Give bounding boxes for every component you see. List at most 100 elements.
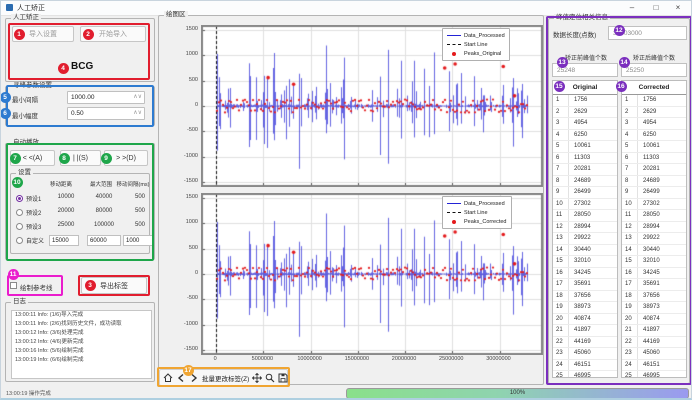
- table-row[interactable]: 2345060: [553, 348, 617, 360]
- table-row[interactable]: 720281: [553, 164, 617, 176]
- value-cell: 41897: [638, 325, 686, 336]
- row-number-cell: 22: [622, 337, 638, 348]
- min-interval-input[interactable]: [71, 92, 130, 103]
- table-row[interactable]: 1634245: [553, 268, 617, 280]
- table-row[interactable]: 1430440: [553, 245, 617, 257]
- table-row[interactable]: 1938973: [622, 302, 686, 314]
- min-height-input[interactable]: [71, 108, 130, 119]
- preset-radio-1[interactable]: [16, 195, 23, 202]
- save-icon[interactable]: [278, 372, 288, 383]
- progress-label: 100%: [347, 389, 688, 398]
- table-row[interactable]: 611303: [553, 153, 617, 165]
- table-row[interactable]: 1128050: [622, 210, 686, 222]
- corrected-peaks-table[interactable]: Corrected1175622629349544625051006161130…: [621, 80, 687, 378]
- table-row[interactable]: 1228994: [553, 222, 617, 234]
- table-row[interactable]: 1837656: [622, 291, 686, 303]
- table-row[interactable]: 824689: [622, 176, 686, 188]
- table-row[interactable]: 46250: [622, 130, 686, 142]
- value-cell: 46995: [569, 371, 617, 378]
- table-row[interactable]: 46250: [553, 130, 617, 142]
- table-row[interactable]: 2244169: [622, 337, 686, 349]
- min-height-spinner[interactable]: ∧∨: [67, 107, 145, 120]
- close-button[interactable]: ×: [667, 1, 689, 14]
- zoom-icon[interactable]: [265, 372, 275, 383]
- table-row[interactable]: 1027302: [622, 199, 686, 211]
- original-peaks-table[interactable]: Original11756226293495446250510061611303…: [552, 80, 618, 378]
- table-row[interactable]: 720281: [622, 164, 686, 176]
- log-line: 13:00:12 Info: (4/6)更新完成: [12, 338, 151, 347]
- table-row[interactable]: 926499: [622, 187, 686, 199]
- table-row[interactable]: 2546995: [553, 371, 617, 378]
- table-row[interactable]: 1228994: [622, 222, 686, 234]
- table-row[interactable]: 1634245: [622, 268, 686, 280]
- pan-icon[interactable]: [252, 372, 262, 383]
- table-row[interactable]: 1735691: [622, 279, 686, 291]
- table-row[interactable]: 11756: [622, 95, 686, 107]
- table-row[interactable]: 1430440: [622, 245, 686, 257]
- legend-label: Data_Processed: [464, 201, 505, 207]
- table-row[interactable]: 2141897: [553, 325, 617, 337]
- spinner-arrows-icon[interactable]: ∧∨: [133, 93, 142, 100]
- table-row[interactable]: 1329922: [622, 233, 686, 245]
- min-interval-spinner[interactable]: ∧∨: [67, 91, 145, 104]
- row-number-cell: 5: [622, 141, 638, 152]
- table-row[interactable]: 2446151: [622, 360, 686, 372]
- table-row[interactable]: 2446151: [553, 360, 617, 372]
- peaks-after-field[interactable]: 25250: [621, 63, 687, 77]
- minimize-button[interactable]: –: [621, 1, 643, 14]
- table-row[interactable]: 1027302: [553, 199, 617, 211]
- table-row[interactable]: 2345060: [622, 348, 686, 360]
- table-row[interactable]: 510061: [553, 141, 617, 153]
- y-tick-label: 1000: [178, 219, 198, 225]
- table-row[interactable]: 1837656: [553, 291, 617, 303]
- log-textarea[interactable]: 13:00:11 Info: (1/6)导入完成13:00:11 Info: (…: [11, 310, 152, 379]
- table-row[interactable]: 1532010: [553, 256, 617, 268]
- line-swatch: [447, 203, 461, 204]
- batch-edit-labels-button[interactable]: 批量更改标签(Z): [202, 373, 249, 383]
- table-row[interactable]: 2244169: [553, 337, 617, 349]
- table-row[interactable]: 1128050: [553, 210, 617, 222]
- preset-radio-3[interactable]: [16, 223, 23, 230]
- preset-custom-input[interactable]: 60000: [87, 235, 121, 246]
- value-cell: 26499: [569, 187, 617, 198]
- preset-custom-input[interactable]: 1000: [123, 235, 153, 246]
- table-row[interactable]: 11756: [553, 95, 617, 107]
- preset-radio-2[interactable]: [16, 209, 23, 216]
- value-cell: 11303: [638, 153, 686, 164]
- table-row[interactable]: 22629: [553, 107, 617, 119]
- app-icon: [6, 4, 13, 11]
- draw-reference-checkbox[interactable]: [10, 282, 17, 289]
- preset-radio-4[interactable]: [16, 237, 23, 244]
- table-row[interactable]: 926499: [553, 187, 617, 199]
- table-row[interactable]: 2040874: [553, 314, 617, 326]
- table-row[interactable]: 510061: [622, 141, 686, 153]
- table-row[interactable]: 1329922: [553, 233, 617, 245]
- value-cell: 37656: [569, 291, 617, 302]
- table-row[interactable]: 1532010: [622, 256, 686, 268]
- y-tick-label: -1000: [178, 321, 198, 327]
- home-icon[interactable]: [163, 372, 173, 383]
- annotation-badge-15: 15: [554, 81, 565, 92]
- value-cell: 20281: [569, 164, 617, 175]
- value-cell: 27302: [638, 199, 686, 210]
- preset-custom-input[interactable]: 15000: [49, 235, 79, 246]
- x-tick-label: 25000000: [429, 356, 473, 362]
- spinner-arrows-icon[interactable]: ∧∨: [133, 109, 142, 116]
- line-swatch: [447, 35, 461, 36]
- table-row[interactable]: 2141897: [622, 325, 686, 337]
- maximize-button[interactable]: □: [645, 1, 667, 14]
- table-row[interactable]: 824689: [553, 176, 617, 188]
- table-row[interactable]: 34954: [622, 118, 686, 130]
- value-cell: 38973: [569, 302, 617, 313]
- table-row[interactable]: 1938973: [553, 302, 617, 314]
- preset-col-header: 移动间隔(ms): [111, 180, 155, 188]
- row-number-cell: 7: [553, 164, 569, 175]
- table-row[interactable]: 1735691: [553, 279, 617, 291]
- table-row[interactable]: 34954: [553, 118, 617, 130]
- table-row[interactable]: 2546995: [622, 371, 686, 378]
- table-row[interactable]: 611303: [622, 153, 686, 165]
- x-tick-label: 5000000: [240, 356, 284, 362]
- annotation-badge-8: 8: [59, 153, 70, 164]
- table-row[interactable]: 22629: [622, 107, 686, 119]
- table-row[interactable]: 2040874: [622, 314, 686, 326]
